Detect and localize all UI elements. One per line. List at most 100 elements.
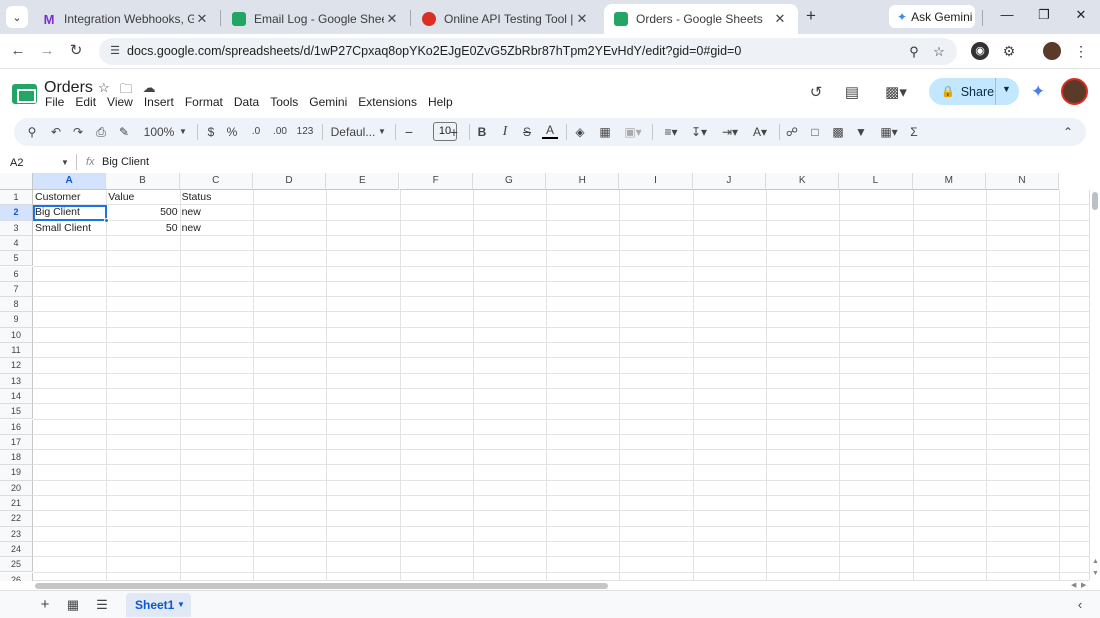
cell-b2[interactable]: 500	[106, 205, 178, 220]
column-header-i[interactable]: I	[619, 173, 693, 190]
share-button[interactable]: 🔒 Share ▼	[929, 78, 1019, 105]
cell-c2[interactable]: new	[182, 205, 252, 220]
close-tab-icon[interactable]: ✕	[194, 11, 210, 27]
vertical-align-icon[interactable]: ↧▾	[686, 123, 712, 141]
browser-tab-webhooks[interactable]: M Integration Webhooks, Google ✕	[32, 4, 220, 34]
scroll-right-arrow-icon[interactable]: ▶	[1081, 581, 1086, 589]
extensions-puzzle-icon[interactable]: ⚙	[1000, 42, 1018, 60]
ask-gemini-button[interactable]: ✦ Ask Gemini	[889, 5, 975, 28]
profile-avatar-icon[interactable]	[1043, 42, 1061, 60]
menu-edit[interactable]: Edit	[75, 95, 96, 109]
name-box[interactable]: A2	[10, 157, 23, 169]
borders-icon[interactable]: ▦	[597, 123, 613, 141]
sheet-list-icon[interactable]: ☰	[93, 597, 111, 613]
close-tab-icon[interactable]: ✕	[772, 11, 788, 27]
all-sheets-icon[interactable]: ▦	[64, 597, 82, 613]
font-dropdown-icon[interactable]: ▼	[377, 123, 387, 141]
merge-cells-icon[interactable]: ▣▾	[620, 123, 646, 141]
column-header-j[interactable]: J	[692, 173, 766, 190]
print-icon[interactable]: ⎙	[93, 123, 109, 141]
formula-input[interactable]: Big Client	[102, 156, 149, 168]
increase-decimals-button[interactable]: .00	[270, 123, 290, 141]
fill-handle[interactable]	[104, 218, 109, 223]
collapse-toolbar-icon[interactable]: ⌃	[1060, 123, 1076, 141]
browser-tab-orders[interactable]: Orders - Google Sheets ✕	[604, 4, 798, 34]
vertical-scrollbar[interactable]: ▲ ▼	[1089, 190, 1100, 580]
column-header-g[interactable]: G	[472, 173, 547, 190]
reload-icon[interactable]: ↻	[66, 41, 86, 61]
menu-data[interactable]: Data	[234, 95, 259, 109]
row-header-21[interactable]: 21	[0, 496, 33, 512]
menu-file[interactable]: File	[45, 95, 64, 109]
row-header-14[interactable]: 14	[0, 388, 33, 405]
column-header-f[interactable]: F	[399, 173, 473, 190]
browser-menu-icon[interactable]: ⋮	[1072, 42, 1090, 60]
row-header-16[interactable]: 16	[0, 419, 33, 435]
browser-tab-email-log[interactable]: Email Log - Google Sheets ✕	[222, 4, 410, 34]
create-filter-icon[interactable]: ▼	[853, 123, 869, 141]
text-wrapping-icon[interactable]: ⇥▾	[717, 123, 743, 141]
insert-comment-icon[interactable]: □	[807, 123, 823, 141]
share-dropdown-icon[interactable]: ▼	[1002, 84, 1011, 94]
close-tab-icon[interactable]: ✕	[574, 11, 590, 27]
menu-extensions[interactable]: Extensions	[358, 95, 417, 109]
row-header-26[interactable]: 26	[0, 572, 33, 581]
column-header-l[interactable]: L	[839, 173, 913, 190]
row-header-18[interactable]: 18	[0, 450, 33, 466]
horizontal-align-icon[interactable]: ≡▾	[658, 123, 684, 141]
browser-tab-api-testing[interactable]: Online API Testing Tool | Test Yo ✕	[412, 4, 600, 34]
row-header-19[interactable]: 19	[0, 465, 33, 481]
italic-icon[interactable]: I	[498, 123, 512, 141]
zoom-dropdown-icon[interactable]: ▼	[178, 123, 188, 141]
column-header-m[interactable]: M	[912, 173, 986, 190]
url-text[interactable]: docs.google.com/spreadsheets/d/1wP27Cpxa…	[127, 44, 741, 58]
back-icon[interactable]: ←	[8, 41, 28, 61]
restore-icon[interactable]: ❐	[1034, 7, 1054, 27]
zoom-icon[interactable]: ⚲	[905, 43, 923, 61]
close-tab-icon[interactable]: ✕	[384, 11, 400, 27]
horizontal-scrollbar[interactable]: ◀ ▶	[33, 580, 1089, 590]
font-family-select[interactable]: Defaul...	[329, 123, 377, 141]
zoom-select[interactable]: 100%	[142, 123, 176, 141]
comments-icon[interactable]: ▤	[842, 83, 862, 103]
currency-format-button[interactable]: $	[204, 123, 218, 141]
name-box-dropdown-icon[interactable]: ▼	[61, 158, 69, 167]
percent-format-button[interactable]: %	[225, 123, 239, 141]
row-header-7[interactable]: 7	[0, 281, 33, 298]
menu-tools[interactable]: Tools	[270, 95, 298, 109]
menu-format[interactable]: Format	[185, 95, 223, 109]
paint-format-icon[interactable]: ✎	[116, 123, 132, 141]
decrease-font-size-icon[interactable]: −	[402, 123, 416, 141]
menu-view[interactable]: View	[107, 95, 133, 109]
site-info-icon[interactable]: ☰	[107, 43, 123, 59]
scroll-left-arrow-icon[interactable]: ◀	[1071, 581, 1076, 589]
row-header-20[interactable]: 20	[0, 480, 33, 496]
sheets-logo[interactable]	[12, 84, 37, 104]
menu-gemini[interactable]: Gemini	[309, 95, 347, 109]
scroll-down-arrow-icon[interactable]: ▼	[1092, 570, 1099, 577]
row-header-17[interactable]: 17	[0, 434, 33, 451]
address-bar[interactable]: ☰ docs.google.com/spreadsheets/d/1wP27Cp…	[99, 38, 957, 65]
row-header-9[interactable]: 9	[0, 312, 33, 328]
row-header-23[interactable]: 23	[0, 526, 33, 542]
column-header-h[interactable]: H	[546, 173, 620, 190]
text-color-icon[interactable]: A	[542, 123, 558, 139]
spreadsheet-grid[interactable]: A B C D E F G H I J K L M N 1 2 3 4 5 6 7 8 9 10 11 12 13 14 15 16 17 1…	[0, 173, 1100, 581]
row-header-4[interactable]: 4	[0, 235, 33, 252]
meet-icon[interactable]: ▩▾	[881, 83, 911, 103]
menu-help[interactable]: Help	[428, 95, 453, 109]
search-menus-icon[interactable]: ⚲	[24, 123, 40, 141]
increase-font-size-icon[interactable]: +	[447, 123, 461, 141]
select-all-corner[interactable]	[0, 173, 33, 190]
version-history-icon[interactable]: ↺	[806, 83, 826, 103]
extension-icon[interactable]: ◉	[971, 42, 989, 60]
row-header-2[interactable]: 2	[0, 205, 33, 221]
row-header-5[interactable]: 5	[0, 251, 33, 267]
column-header-d[interactable]: D	[252, 173, 327, 190]
gemini-icon[interactable]: ✦	[1031, 82, 1045, 102]
row-header-24[interactable]: 24	[0, 541, 33, 558]
sheet-tab-sheet1[interactable]: Sheet1 ▼	[126, 593, 191, 617]
row-header-25[interactable]: 25	[0, 557, 33, 573]
filter-views-icon[interactable]: ▦▾	[876, 123, 902, 141]
bookmark-star-icon[interactable]: ☆	[930, 43, 948, 61]
